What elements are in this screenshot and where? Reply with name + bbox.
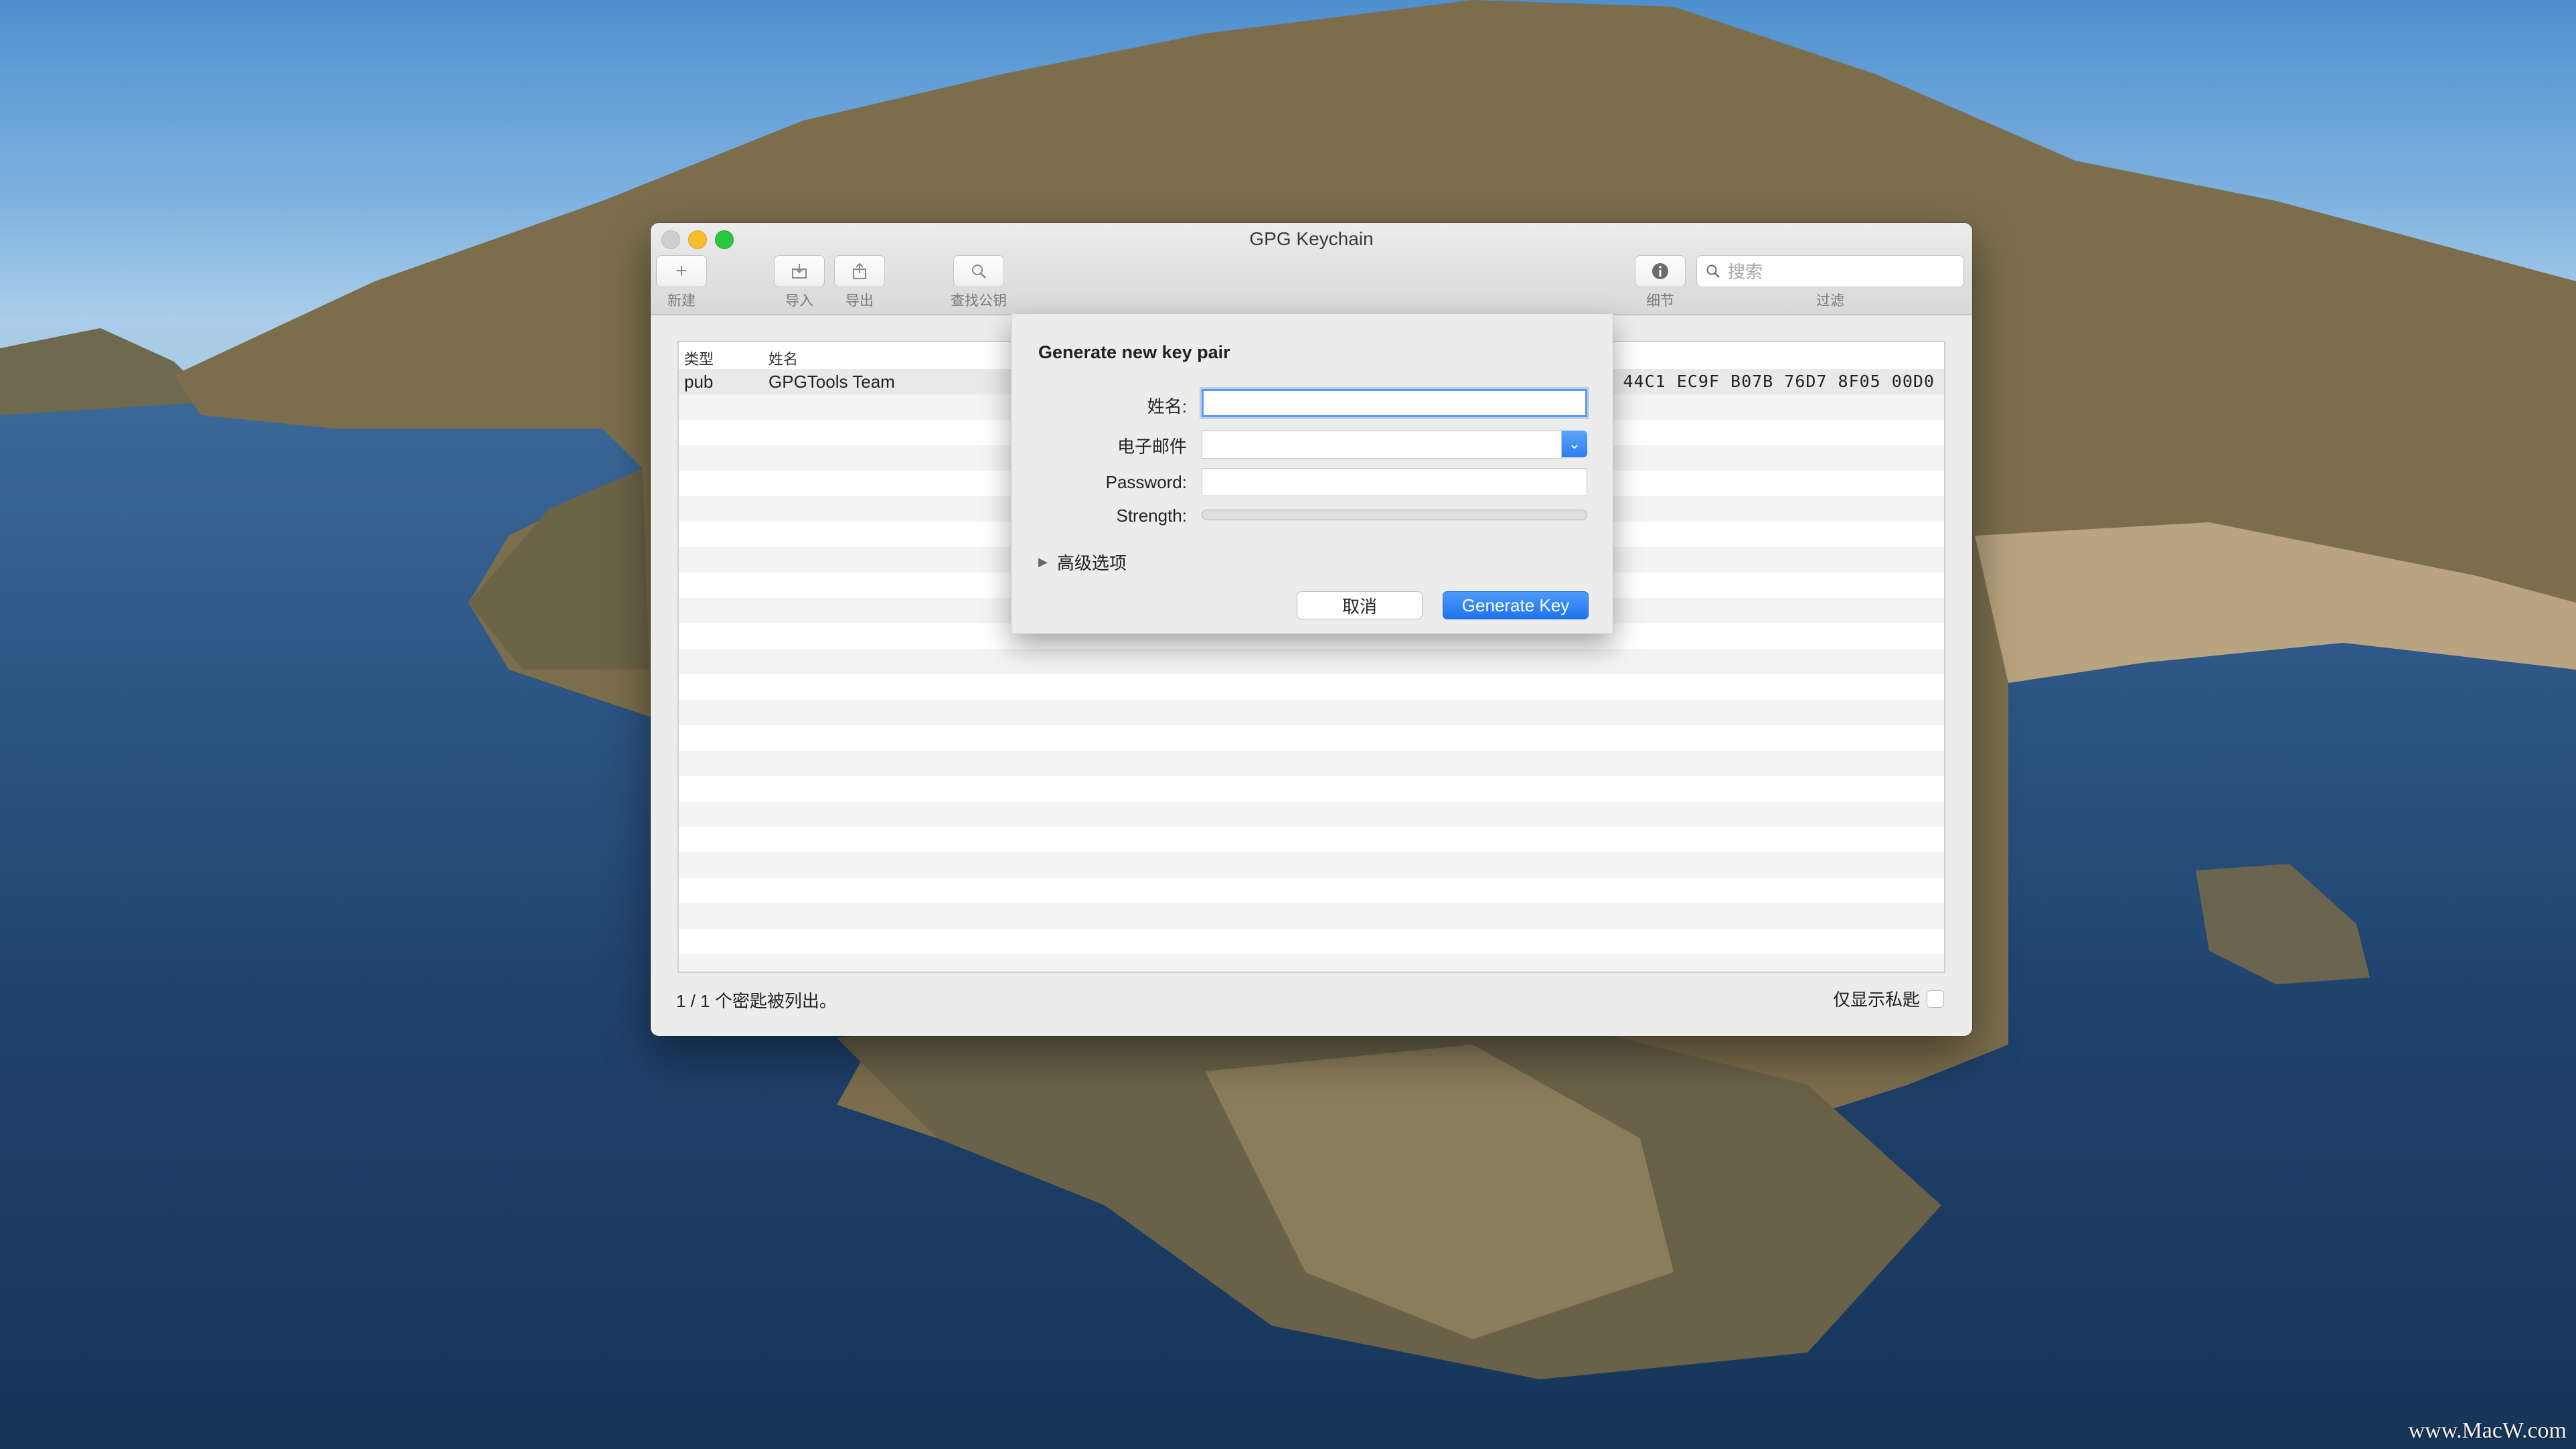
- row-fingerprint: 44C1 EC9F B07B 76D7 8F05 00D0: [1623, 372, 1935, 391]
- email-combobox[interactable]: ⌄: [1202, 431, 1587, 459]
- password-label: Password:: [1105, 472, 1187, 492]
- chevron-down-icon[interactable]: ⌄: [1562, 431, 1587, 457]
- filter-label: 过滤: [1816, 293, 1844, 309]
- private-only-checkbox[interactable]: [1927, 990, 1944, 1008]
- plus-icon: +: [675, 260, 688, 282]
- export-label: 导出: [846, 293, 874, 309]
- import-icon: [792, 264, 807, 279]
- generate-key-button[interactable]: Generate Key: [1443, 591, 1589, 619]
- disclosure-triangle-icon[interactable]: ▶: [1038, 555, 1048, 569]
- import-button[interactable]: [774, 255, 825, 287]
- export-button[interactable]: [834, 255, 885, 287]
- key-count-status: 1 / 1 个密匙被列出。: [676, 991, 837, 1011]
- new-key-button[interactable]: +: [656, 255, 707, 287]
- name-input[interactable]: [1202, 389, 1587, 417]
- search-icon: [1706, 264, 1720, 278]
- details-label: 细节: [1646, 293, 1674, 309]
- magnifier-icon: [972, 264, 986, 279]
- filter-search-field[interactable]: [1696, 255, 1964, 287]
- info-icon: [1652, 263, 1668, 279]
- column-header-name[interactable]: 姓名: [769, 348, 798, 369]
- window-title: GPG Keychain: [1249, 228, 1374, 249]
- new-key-label: 新建: [667, 293, 696, 309]
- password-input[interactable]: [1202, 468, 1587, 496]
- gpg-keychain-window: GPG Keychain + 新建 导入 导出 查找公钥 细节 过滤 类型: [651, 223, 1972, 1036]
- lookup-key-label: 查找公钥: [951, 293, 1007, 309]
- name-label: 姓名:: [1147, 396, 1187, 416]
- cancel-button[interactable]: 取消: [1297, 591, 1423, 619]
- sheet-title: Generate new key pair: [1038, 342, 1230, 362]
- password-strength-meter: [1202, 510, 1587, 520]
- lookup-key-button[interactable]: [953, 255, 1004, 287]
- share-icon: [853, 262, 866, 279]
- advanced-options-label: 高级选项: [1056, 553, 1127, 573]
- private-only-label: 仅显示私匙: [1832, 990, 1920, 1010]
- titlebar-toolbar: GPG Keychain + 新建 导入 导出 查找公钥 细节 过滤: [651, 223, 1972, 315]
- private-only-toggle[interactable]: 仅显示私匙: [1833, 986, 1944, 1011]
- email-input[interactable]: [1202, 431, 1562, 459]
- strength-label: Strength:: [1116, 506, 1187, 526]
- row-name: GPGTools Team: [769, 372, 895, 392]
- column-header-type[interactable]: 类型: [684, 348, 714, 369]
- advanced-options-disclosure[interactable]: ▶ 高级选项: [1038, 550, 1127, 575]
- email-label: 电子邮件: [1117, 437, 1187, 457]
- search-input[interactable]: [1726, 261, 1957, 283]
- generate-key-sheet: Generate new key pair 姓名: 电子邮件 ⌄ Passwor…: [1011, 314, 1613, 634]
- row-type: pub: [684, 372, 714, 392]
- details-button[interactable]: [1635, 255, 1686, 287]
- watermark-text: www.MacW.com: [2408, 1418, 2567, 1443]
